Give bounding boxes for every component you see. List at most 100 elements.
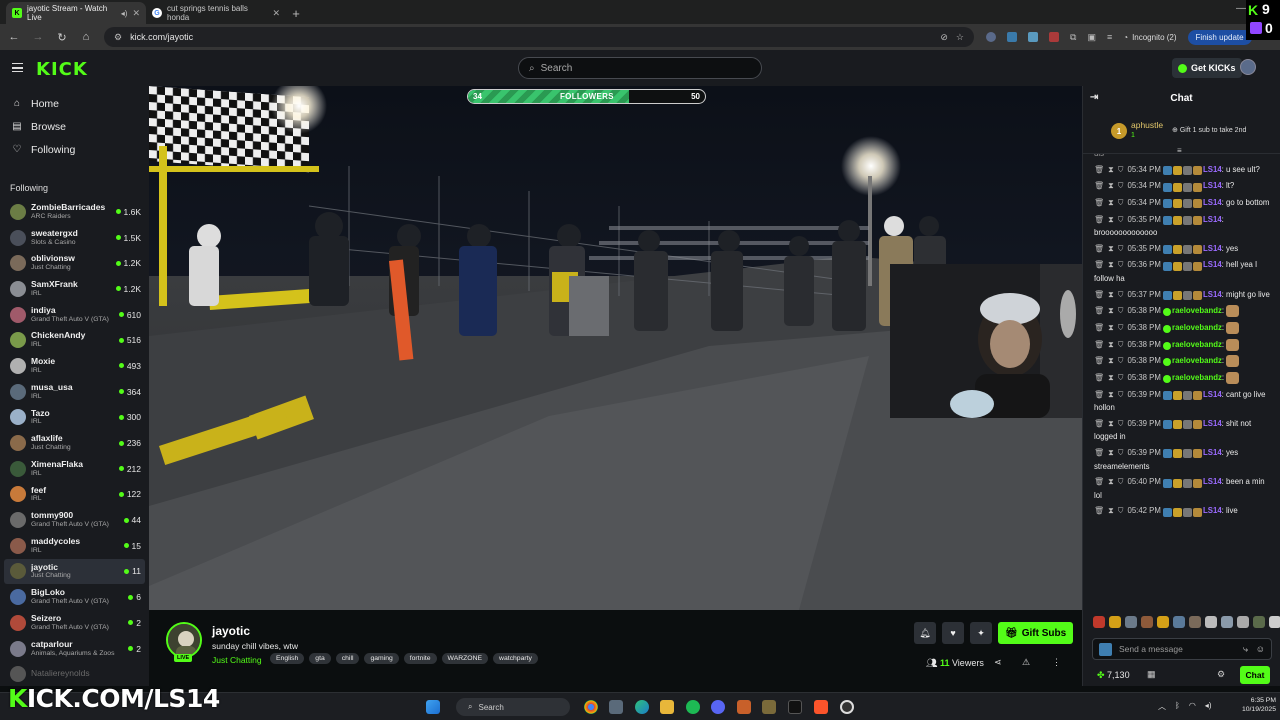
mod-tools-icons[interactable]: 🗑︎ ⧗ ⛉: [1094, 165, 1127, 174]
mod-tools-icons[interactable]: 🗑︎ ⧗ ⛉: [1094, 477, 1127, 486]
mod-tools-icons[interactable]: 🗑︎ ⧗ ⛉: [1094, 340, 1127, 349]
following-channel-oblivionsw[interactable]: oblivionsw Just Chatting 1.2K: [0, 250, 149, 276]
following-channel-catparlour[interactable]: catparlour Animals, Aquariums & Zoos 2: [0, 636, 149, 662]
calendar-icon[interactable]: ▦: [1147, 669, 1156, 680]
site-info-icon[interactable]: ⚙: [114, 32, 122, 43]
message-username[interactable]: LS14: [1203, 419, 1222, 428]
minimize-icon[interactable]: —: [1236, 3, 1246, 14]
streamer-avatar[interactable]: [166, 622, 202, 658]
nav-browse[interactable]: ▤ Browse: [0, 115, 149, 138]
extension-icon[interactable]: [1049, 32, 1059, 42]
chat-message[interactable]: 🗑︎ ⧗ ⛉ 05:38 PM raelovebandz:: [1094, 372, 1274, 386]
emoji-icon[interactable]: ☺: [1256, 644, 1265, 654]
mod-tools-icons[interactable]: 🗑︎ ⧗ ⛉: [1094, 419, 1127, 428]
following-channel-chickenandy[interactable]: ChickenAndy IRL 516: [0, 327, 149, 353]
app-icon[interactable]: [762, 700, 776, 714]
following-channel-tazo[interactable]: Tazo IRL 300: [0, 405, 149, 431]
bluetooth-icon[interactable]: ᛒ: [1175, 701, 1180, 712]
reload-icon[interactable]: ↻: [56, 31, 68, 44]
mod-tools-icons[interactable]: 🗑︎ ⧗ ⛉: [1094, 323, 1127, 332]
address-bar[interactable]: ⚙ kick.com/jayotic ⊘ ☆: [104, 27, 974, 47]
eye-off-icon[interactable]: ⊘: [940, 32, 948, 43]
chat-message[interactable]: 🗑︎ ⧗ ⛉ 05:35 PM LS14: brooooooooooooo: [1094, 214, 1274, 240]
chat-message[interactable]: 🗑︎ ⧗ ⛉ 05:38 PM raelovebandz:: [1094, 355, 1274, 369]
message-username[interactable]: LS14: [1203, 198, 1222, 207]
mod-tools-icons[interactable]: 🗑︎ ⧗ ⛉: [1094, 448, 1127, 457]
message-username[interactable]: LS14: [1203, 181, 1222, 190]
following-channel-samxfrank[interactable]: SamXFrank IRL 1.2K: [0, 276, 149, 302]
chat-message[interactable]: 🗑︎ ⧗ ⛉ 05:34 PM LS14: u see ult?: [1094, 164, 1274, 177]
following-channel-ximenaflaka[interactable]: XimenaFlaka IRL 212: [0, 456, 149, 482]
emote-icon[interactable]: [1189, 616, 1201, 628]
terminal-icon[interactable]: [788, 700, 802, 714]
stream-tag[interactable]: English: [270, 653, 305, 664]
chat-message[interactable]: 🗑︎ ⧗ ⛉ 05:39 PM LS14: cant go live hollo…: [1094, 389, 1274, 415]
kicks-balance[interactable]: 7,130: [1097, 670, 1130, 681]
message-username[interactable]: raelovebandz: [1172, 356, 1222, 365]
chat-message-input[interactable]: Send a message ⤷ ☺: [1092, 638, 1272, 660]
chevron-up-icon[interactable]: ︿: [1158, 701, 1166, 712]
message-username[interactable]: LS14: [1203, 215, 1222, 224]
incognito-indicator[interactable]: ◔ Incognito (2): [1123, 33, 1176, 42]
stream-category[interactable]: Just Chatting: [212, 655, 262, 665]
gift-leaderboard-pinned[interactable]: 1 aphustle 1 ⊕ Gift 1 sub to take 2nd ≡: [1083, 112, 1280, 155]
chat-message[interactable]: 🗑︎ ⧗ ⛉ 05:35 PM LS14: yes: [1094, 243, 1274, 256]
report-icon[interactable]: ⚠: [1022, 657, 1030, 668]
home-icon[interactable]: ⌂: [80, 31, 92, 43]
following-channel-tommy900[interactable]: tommy900 Grand Theft Auto V (GTA) 44: [0, 507, 149, 533]
kick-logo[interactable]: KICK: [36, 59, 88, 80]
command-icon[interactable]: ⤷: [1243, 644, 1248, 655]
hamburger-menu-icon[interactable]: [12, 63, 23, 72]
emote-icon[interactable]: [1269, 616, 1280, 628]
message-username[interactable]: raelovebandz: [1172, 340, 1222, 349]
finish-update-button[interactable]: Finish update: [1187, 29, 1252, 45]
chat-message[interactable]: 🗑︎ ⧗ ⛉ 05:38 PM raelovebandz:: [1094, 305, 1274, 319]
task-view-icon[interactable]: [609, 700, 623, 714]
get-kicks-button[interactable]: Get KICKs: [1172, 58, 1242, 78]
streamer-name[interactable]: jayotic: [212, 624, 250, 638]
chat-message[interactable]: 🗑︎ ⧗ ⛉ 05:39 PM LS14: shit not logged in: [1094, 418, 1274, 444]
following-channel-seizero[interactable]: Seizero Grand Theft Auto V (GTA) 2: [0, 610, 149, 636]
taskbar-search[interactable]: ⌕ Search: [456, 698, 570, 716]
chrome-icon[interactable]: [584, 700, 598, 714]
chat-message[interactable]: 🗑︎ ⧗ ⛉ 05:37 PM LS14: might go live: [1094, 289, 1274, 302]
emote-icon[interactable]: [1237, 616, 1249, 628]
stream-tag[interactable]: gaming: [364, 653, 399, 664]
settings-gear-icon[interactable]: ⚙: [1217, 669, 1225, 680]
message-username[interactable]: raelovebandz: [1172, 306, 1222, 315]
message-username[interactable]: LS14: [1203, 244, 1222, 253]
browser-tab-search[interactable]: G cut springs tennis balls honda ✕: [146, 2, 286, 24]
nav-following[interactable]: ♡ Following: [0, 138, 149, 161]
chat-send-button[interactable]: Chat: [1240, 666, 1270, 684]
chat-message[interactable]: 🗑︎ ⧗ ⛉ 05:34 PM LS14: lt?: [1094, 180, 1274, 193]
mod-tools-icons[interactable]: 🗑︎ ⧗ ⛉: [1094, 373, 1127, 382]
emote-icon[interactable]: [1173, 616, 1185, 628]
more-options-icon[interactable]: ⋮: [1052, 657, 1061, 668]
emote-icon[interactable]: [1093, 616, 1105, 628]
collapse-chat-icon[interactable]: ⇥: [1090, 92, 1098, 103]
message-username[interactable]: LS14: [1203, 260, 1222, 269]
extension-icon[interactable]: [986, 32, 996, 42]
menu-lines-icon[interactable]: ≡: [1107, 32, 1112, 42]
puzzle-icon[interactable]: ⧉: [1070, 32, 1076, 43]
mod-tools-icons[interactable]: 🗑︎ ⧗ ⛉: [1094, 506, 1127, 515]
file-explorer-icon[interactable]: [660, 700, 674, 714]
stream-tag[interactable]: watchparty: [493, 653, 538, 664]
back-icon[interactable]: ←: [8, 31, 20, 43]
following-channel-indiya[interactable]: indiya Grand Theft Auto V (GTA) 610: [0, 302, 149, 328]
brave-icon[interactable]: [814, 700, 828, 714]
chat-message[interactable]: 🗑︎ ⧗ ⛉ 05:34 PM LS14: go to bottom: [1094, 197, 1274, 210]
following-channel-maddycoles[interactable]: maddycoles IRL 15: [0, 533, 149, 559]
obs-icon[interactable]: [840, 700, 854, 714]
mod-tools-icons[interactable]: 🗑︎ ⧗ ⛉: [1094, 306, 1127, 315]
message-username[interactable]: LS14: [1203, 506, 1222, 515]
sidepanel-icon[interactable]: ▣: [1087, 32, 1096, 43]
nav-home[interactable]: ⌂ Home: [0, 92, 149, 115]
browser-tab-kick[interactable]: K jayotic Stream - Watch Live ◂) ✕: [6, 2, 146, 24]
mod-tools-icons[interactable]: 🗑︎ ⧗ ⛉: [1094, 244, 1127, 253]
emote-icon[interactable]: [1221, 616, 1233, 628]
mod-tools-icons[interactable]: 🗑︎ ⧗ ⛉: [1094, 198, 1127, 207]
speaker-icon[interactable]: ◂): [121, 9, 128, 18]
message-username[interactable]: LS14: [1203, 390, 1222, 399]
forward-icon[interactable]: →: [32, 31, 44, 43]
